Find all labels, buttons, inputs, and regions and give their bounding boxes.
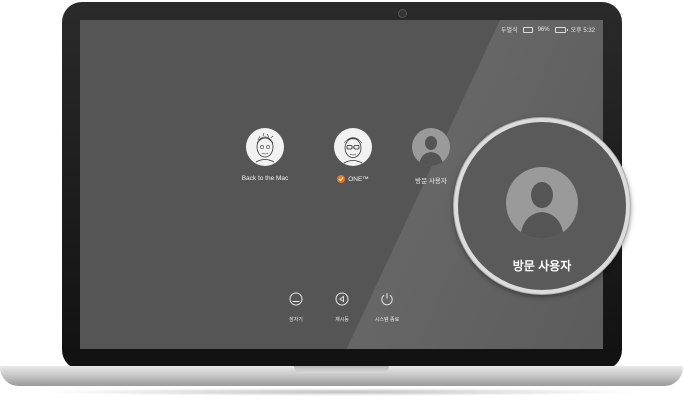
input-source-label[interactable]: 두벌식: [501, 25, 518, 34]
selected-check-icon: [337, 175, 346, 183]
magnifier-label: 방문 사용자: [512, 259, 572, 273]
user-name: ONE™: [348, 175, 369, 183]
user-name: 방문 사용자: [415, 178, 447, 185]
guest-silhouette-icon: [506, 167, 578, 239]
laptop-shadow: [40, 388, 643, 396]
menubar-status: 두벌식 96% 오후 5:32: [501, 25, 595, 34]
sketch-face-avatar[interactable]: [246, 128, 284, 166]
sketch-face-glasses-avatar[interactable]: [334, 128, 372, 166]
user-name: Back to the Mac: [241, 175, 289, 182]
user-back-to-the-mac[interactable]: Back to the Mac: [220, 128, 310, 182]
restart-icon[interactable]: [335, 292, 349, 306]
laptop-notch: [294, 366, 389, 373]
magnifier-callout: 방문 사용자: [454, 118, 630, 294]
sleep-icon[interactable]: [289, 292, 303, 306]
battery-percent: 96%: [537, 26, 550, 33]
shutdown-label: 시스템 종료: [374, 317, 400, 323]
shutdown-button[interactable]: 시스템 종료: [357, 292, 417, 323]
guest-silhouette-avatar[interactable]: [412, 128, 450, 166]
user-one[interactable]: ONE™: [308, 128, 398, 183]
battery-charging-icon[interactable]: [554, 26, 568, 33]
laptop-base: [0, 366, 683, 386]
power-icon[interactable]: [380, 292, 394, 306]
camera-icon: [399, 10, 406, 17]
keyboard-icon[interactable]: [522, 26, 533, 33]
clock[interactable]: 오후 5:32: [571, 25, 595, 34]
